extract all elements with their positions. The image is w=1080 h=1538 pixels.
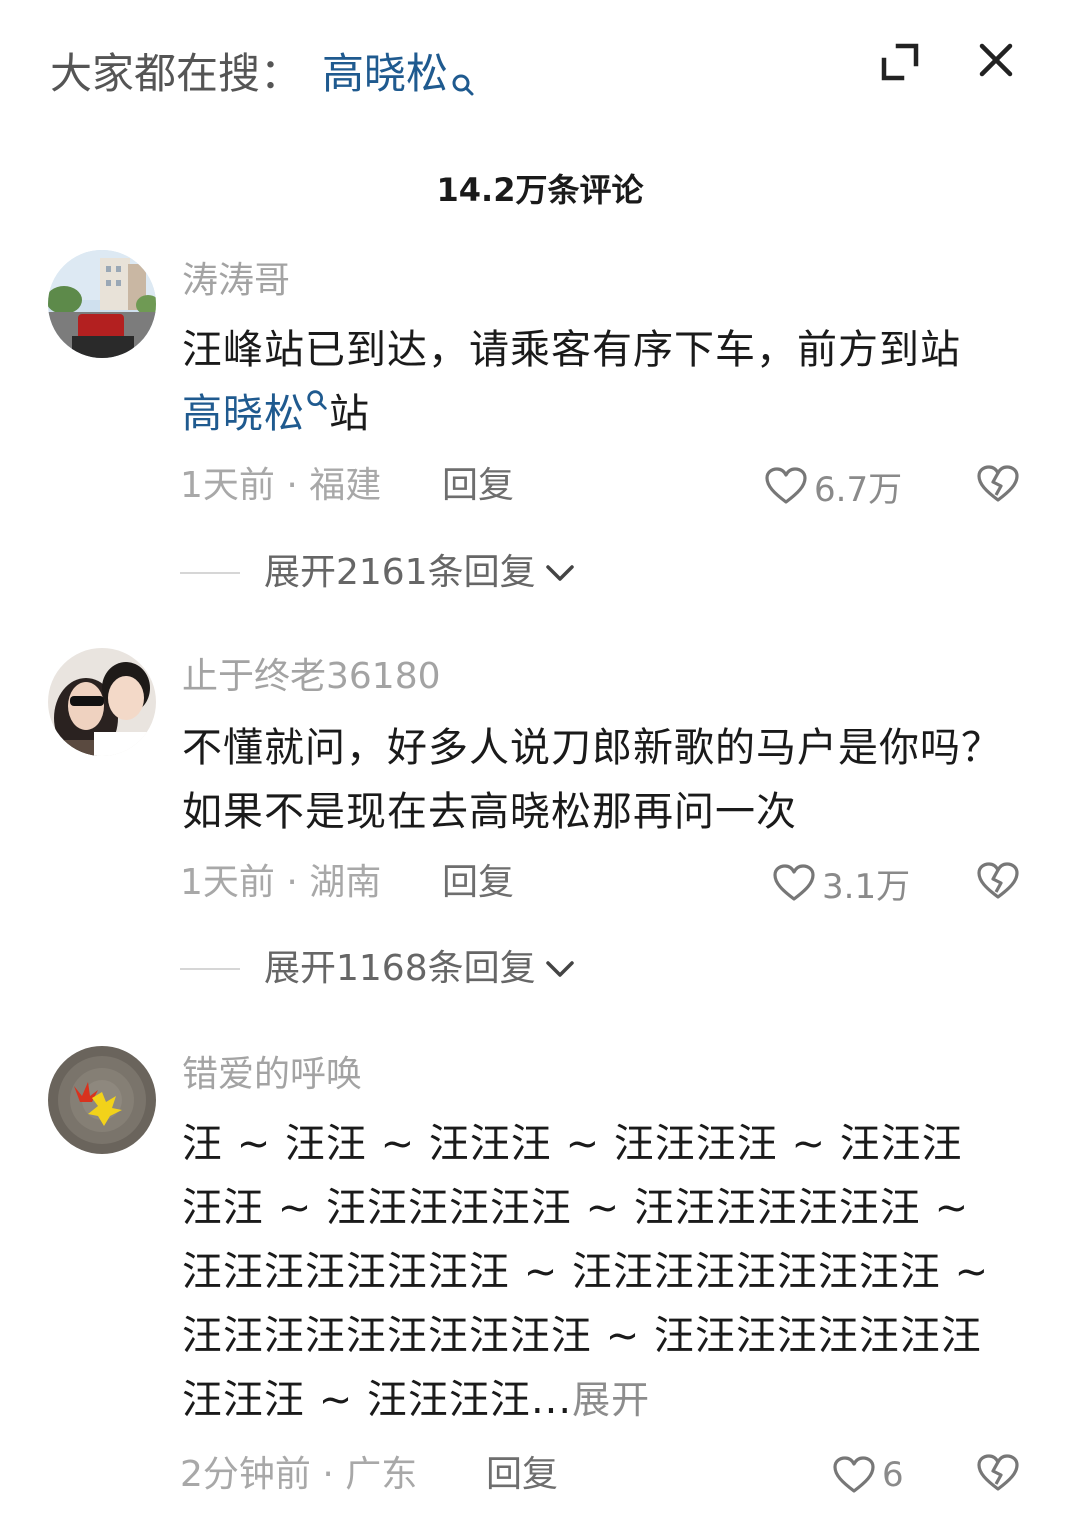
divider-line	[180, 968, 240, 970]
broken-heart-icon	[977, 862, 1019, 899]
comment-count: 14.2万条评论	[436, 171, 644, 209]
reply-button[interactable]: 回复	[442, 461, 514, 511]
chevron-down-icon	[545, 565, 574, 581]
comment-meta: 2分钟前 · 广东	[180, 1450, 417, 1500]
like-button[interactable]: 6.7万	[764, 461, 902, 511]
heart-icon	[773, 864, 815, 901]
username[interactable]: 错爱的呼唤	[182, 1050, 362, 1100]
expand-icon[interactable]	[878, 40, 922, 84]
reply-button[interactable]: 回复	[442, 858, 514, 908]
avatar[interactable]	[48, 648, 156, 756]
search-term-label: 高晓松	[322, 49, 449, 98]
expand-text-button[interactable]: 展开	[572, 1378, 650, 1422]
avatar[interactable]	[48, 250, 156, 358]
heart-icon	[833, 1456, 875, 1493]
like-button[interactable]: 6	[832, 1450, 904, 1500]
search-icon	[307, 390, 327, 410]
comment-text: 汪 ~ 汪汪 ~ 汪汪汪 ~ 汪汪汪汪 ~ 汪汪汪汪汪 ~ 汪汪汪汪汪汪 ~ 汪…	[182, 1112, 1002, 1432]
comment-time: 1天前	[180, 465, 275, 506]
comment-meta: 1天前 · 湖南	[180, 858, 381, 908]
meta-separator: ·	[310, 1454, 346, 1495]
search-term-link[interactable]: 高晓松	[322, 44, 476, 114]
dislike-button[interactable]	[976, 861, 1020, 905]
expand-replies-label: 展开2161条回复	[264, 552, 536, 593]
search-prefix: 大家都在搜：	[50, 49, 303, 98]
header-bar: 大家都在搜： 高晓松	[0, 0, 1080, 140]
expand-replies-label: 展开1168条回复	[264, 948, 536, 989]
expand-replies[interactable]: 展开1168条回复	[180, 944, 576, 994]
search-icon	[450, 54, 476, 114]
comment-text: 不懂就问，好多人说刀郎新歌的马户是你吗？如果不是现在去高晓松那再问一次	[182, 725, 1002, 835]
meta-separator: ·	[274, 862, 310, 903]
search-term-label: 高晓松	[182, 391, 305, 437]
dislike-button[interactable]	[976, 1453, 1020, 1497]
expand-replies[interactable]: 展开2161条回复	[180, 548, 576, 598]
search-term-link[interactable]: 高晓松	[182, 390, 329, 437]
comments-panel: 大家都在搜： 高晓松 14.2万条评论 涛涛哥 汪峰站已到达，请乘客有序下车，前…	[0, 0, 1080, 1538]
divider-line	[180, 572, 240, 574]
comment-text-part: 汪峰站已到达，请乘客有序下车，前方到站	[182, 327, 961, 373]
comment-location: 广东	[345, 1454, 418, 1495]
comment-location: 福建	[309, 465, 382, 506]
heart-icon	[765, 467, 807, 504]
like-count: 3.1万	[822, 866, 911, 907]
username[interactable]: 涛涛哥	[182, 256, 290, 306]
dislike-button[interactable]	[976, 464, 1020, 508]
chevron-down-icon	[545, 961, 574, 977]
comment-meta: 1天前 · 福建	[180, 461, 381, 511]
comment-time: 2分钟前	[180, 1454, 311, 1495]
comment-text: 汪峰站已到达，请乘客有序下车，前方到站 高晓松站	[182, 318, 1002, 446]
like-count: 6	[882, 1455, 904, 1495]
username[interactable]: 止于终老36180	[182, 652, 441, 702]
like-button[interactable]: 3.1万	[772, 858, 910, 908]
meta-separator: ·	[274, 465, 310, 506]
reply-button[interactable]: 回复	[486, 1450, 558, 1500]
close-icon[interactable]	[976, 40, 1016, 80]
broken-heart-icon	[977, 1454, 1019, 1491]
comment-time: 1天前	[180, 862, 275, 903]
avatar[interactable]	[48, 1046, 156, 1154]
like-count: 6.7万	[814, 469, 903, 510]
comment-text-part: 站	[329, 391, 370, 437]
comment-location: 湖南	[309, 862, 382, 903]
broken-heart-icon	[977, 465, 1019, 502]
